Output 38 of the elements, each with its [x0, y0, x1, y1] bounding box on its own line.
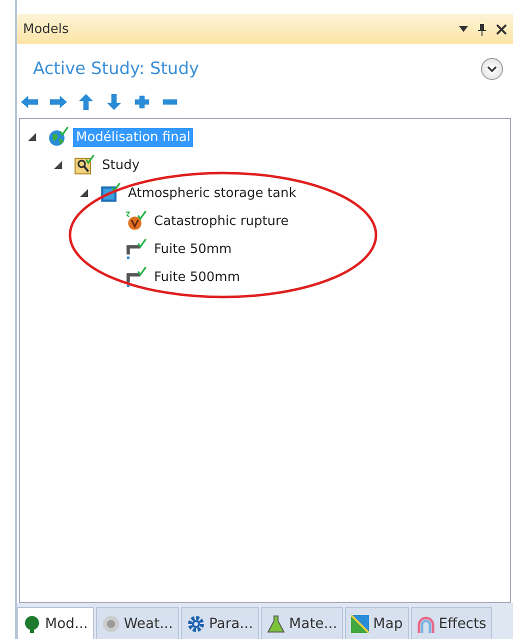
down-arrow-icon[interactable]	[105, 94, 123, 110]
pipe-icon	[126, 267, 148, 287]
tab[interactable]: Effects	[410, 607, 492, 639]
collapse-triangle-icon[interactable]	[80, 189, 88, 197]
expand-button[interactable]	[481, 58, 503, 80]
pipe-icon	[126, 239, 148, 259]
chevron-icon	[487, 66, 497, 72]
collapse-triangle-icon[interactable]	[54, 161, 62, 169]
up-arrow-icon[interactable]	[77, 94, 95, 110]
collapse-triangle-icon[interactable]	[28, 133, 36, 141]
tab[interactable]: Mate...	[261, 607, 344, 639]
dropdown-icon[interactable]	[459, 26, 468, 32]
globe-icon	[48, 127, 70, 147]
tree-item[interactable]: Study	[99, 156, 143, 174]
pin-icon[interactable]	[477, 22, 487, 36]
tree-item[interactable]: Atmospheric storage tank	[125, 184, 300, 202]
tab[interactable]: Para...	[180, 607, 260, 639]
tab[interactable]: Mod...	[17, 607, 94, 639]
plus-icon[interactable]	[133, 94, 151, 110]
panel-title: Models	[23, 22, 70, 36]
tree-item[interactable]: Catastrophic rupture	[151, 212, 292, 230]
rainbow-icon	[416, 614, 435, 632]
left-arrow-icon[interactable]	[21, 94, 39, 110]
active-study-heading: Active Study: Study	[33, 59, 200, 79]
right-arrow-icon[interactable]	[49, 94, 67, 110]
tab[interactable]: Weat...	[96, 607, 179, 639]
close-icon[interactable]	[496, 24, 507, 34]
tank-icon	[100, 183, 122, 203]
rupture-icon	[126, 211, 148, 231]
tree-icon	[23, 614, 41, 632]
magnifier-icon	[74, 155, 96, 175]
gear-icon	[186, 614, 205, 632]
map-icon	[351, 614, 370, 632]
flask-icon	[267, 614, 286, 632]
cloud-icon	[102, 614, 120, 632]
tab[interactable]: Map	[345, 607, 409, 639]
tree-item[interactable]: Fuite 500mm	[151, 268, 243, 286]
tree-item[interactable]: Fuite 50mm	[151, 240, 235, 258]
